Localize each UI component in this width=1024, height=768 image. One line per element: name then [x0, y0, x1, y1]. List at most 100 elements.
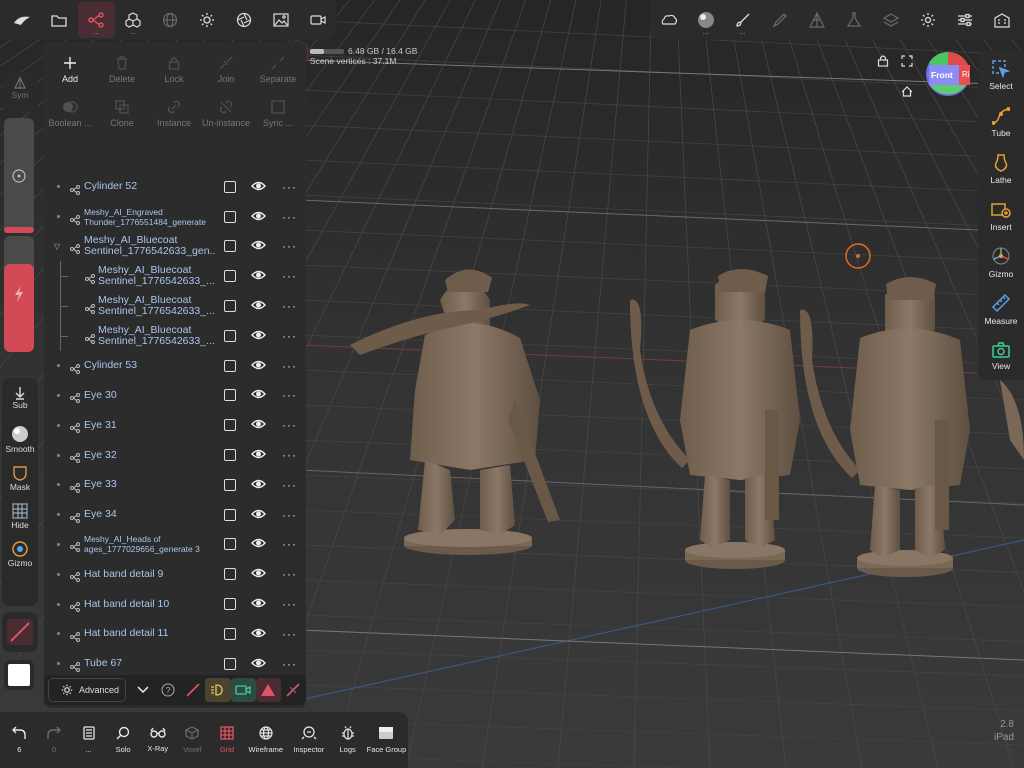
select-checkbox[interactable] [224, 210, 236, 223]
tool-lathe[interactable]: Lathe [990, 146, 1012, 193]
symmetry-button[interactable]: Sym [12, 76, 29, 100]
flat-shading-button[interactable] [205, 678, 231, 702]
lighting-button[interactable] [188, 2, 225, 38]
select-checkbox[interactable] [224, 449, 236, 462]
more-options-button[interactable]: ··· [282, 597, 297, 611]
object-row[interactable]: Eye 33 ··· [44, 470, 306, 500]
globe-button[interactable] [152, 2, 189, 38]
bottom-facegroup-button[interactable]: Face Group [365, 715, 408, 765]
no-stroke-icon[interactable] [5, 617, 35, 647]
radius-slider[interactable] [4, 118, 34, 233]
select-checkbox[interactable] [224, 329, 236, 342]
select-checkbox[interactable] [224, 478, 236, 491]
tool-gizmo[interactable]: Gizmo [989, 239, 1013, 286]
home-view-button[interactable] [901, 84, 913, 102]
select-checkbox[interactable] [224, 627, 236, 640]
instance-button[interactable]: Instance [148, 92, 200, 136]
bottom-redo-button[interactable]: 0 [37, 715, 72, 765]
object-row[interactable]: Eye 34 ··· [44, 500, 306, 530]
shortcuts-button[interactable] [983, 2, 1020, 38]
warning-button[interactable] [255, 678, 281, 702]
visibility-toggle[interactable] [251, 297, 266, 315]
bake-button[interactable] [835, 2, 872, 38]
more-options-button[interactable]: ··· [282, 418, 297, 432]
view-cube[interactable]: Front Ri [925, 51, 971, 97]
select-checkbox[interactable] [224, 180, 236, 193]
topology-button[interactable] [798, 2, 835, 38]
tool-tube[interactable]: Tube [991, 99, 1011, 146]
bottom-undo-button[interactable]: 6 [2, 715, 37, 765]
visibility-toggle[interactable] [251, 416, 266, 434]
lock-button[interactable]: Lock [148, 48, 200, 92]
tool-settings-button[interactable] [946, 2, 983, 38]
camera-toggle-button[interactable] [230, 678, 256, 702]
object-row[interactable]: Meshy_AI_Bluecoat Sentinel_1776542633_..… [44, 261, 306, 292]
tool-view[interactable]: View [992, 333, 1010, 380]
files-button[interactable] [41, 2, 78, 38]
more-options-button[interactable]: ··· [282, 359, 297, 373]
fullscreen-button[interactable] [901, 54, 913, 72]
delete-button[interactable]: Delete [96, 48, 148, 92]
disable-button[interactable] [281, 678, 306, 702]
lock-view-button[interactable] [877, 54, 889, 72]
more-options-button[interactable]: ··· [282, 388, 297, 402]
more-options-button[interactable]: ··· [282, 299, 297, 313]
object-row[interactable]: Meshy_AI_Engraved Thunder_1776551484_gen… [44, 202, 306, 232]
more-options-button[interactable]: ··· [282, 239, 297, 253]
object-row[interactable]: Eye 31 ··· [44, 410, 306, 440]
object-row[interactable]: Hat band detail 10 ··· [44, 589, 306, 619]
object-row[interactable]: Cylinder 52 ··· [44, 172, 306, 202]
visibility-toggle[interactable] [251, 327, 266, 345]
visibility-toggle[interactable] [251, 357, 266, 375]
bottom-wireframe-button[interactable]: Wireframe [244, 715, 287, 765]
bottom-inspector-button[interactable]: Inspector [287, 715, 330, 765]
more-options-button[interactable]: ··· [282, 210, 297, 224]
add-button[interactable]: Add [44, 48, 96, 92]
mask-button[interactable]: Mask [10, 464, 30, 492]
visibility-toggle[interactable] [251, 267, 266, 285]
select-checkbox[interactable] [224, 598, 236, 611]
render-button[interactable] [225, 2, 262, 38]
smooth-button[interactable]: Smooth [5, 424, 35, 454]
visibility-toggle[interactable] [251, 565, 266, 583]
select-checkbox[interactable] [224, 359, 236, 372]
select-checkbox[interactable] [224, 389, 236, 402]
visibility-toggle[interactable] [251, 237, 266, 255]
more-options-button[interactable]: ··· [282, 329, 297, 343]
join-button[interactable]: Join [200, 48, 252, 92]
more-options-button[interactable]: ··· [282, 657, 297, 671]
object-row[interactable]: Meshy_AI_Bluecoat Sentinel_1776542633_..… [44, 320, 306, 351]
object-row[interactable]: Eye 32 ··· [44, 440, 306, 470]
visibility-toggle[interactable] [251, 625, 266, 643]
object-row[interactable]: Meshy_AI_Bluecoat Sentinel_1776542633_..… [44, 291, 306, 321]
pen-button[interactable] [761, 2, 798, 38]
sync-button[interactable]: Sync ... [252, 92, 304, 136]
select-checkbox[interactable] [224, 657, 236, 670]
background-button[interactable] [262, 2, 299, 38]
more-options-button[interactable]: ··· [282, 180, 297, 194]
bottom-xray-button[interactable]: X-Ray [140, 715, 175, 765]
tool-select[interactable]: Select [989, 52, 1013, 99]
boolean-button[interactable]: Boolean ... [44, 92, 96, 136]
visibility-toggle[interactable] [251, 506, 266, 524]
select-checkbox[interactable] [224, 300, 236, 313]
select-checkbox[interactable] [224, 240, 236, 253]
visibility-toggle[interactable] [251, 535, 266, 553]
bottom-history-button[interactable]: ... [71, 715, 106, 765]
bottom-bug-button[interactable]: Logs [330, 715, 365, 765]
more-options-button[interactable]: ··· [282, 478, 297, 492]
more-options-button[interactable]: ··· [282, 537, 297, 551]
object-row[interactable]: Cylinder 53 ··· [44, 351, 306, 381]
visibility-toggle[interactable] [251, 208, 266, 226]
select-checkbox[interactable] [224, 538, 236, 551]
object-row[interactable]: Hat band detail 9 ··· [44, 559, 306, 589]
settings-button[interactable] [909, 2, 946, 38]
visibility-toggle[interactable] [251, 446, 266, 464]
color-swatch[interactable] [4, 660, 34, 690]
un-instance-button[interactable]: Un-instance [200, 92, 252, 136]
camera-video-button[interactable] [299, 2, 336, 38]
select-checkbox[interactable] [224, 508, 236, 521]
scene-menu-button[interactable] [4, 2, 41, 38]
hide-button[interactable]: Hide [11, 502, 29, 530]
intensity-slider[interactable] [4, 236, 34, 352]
